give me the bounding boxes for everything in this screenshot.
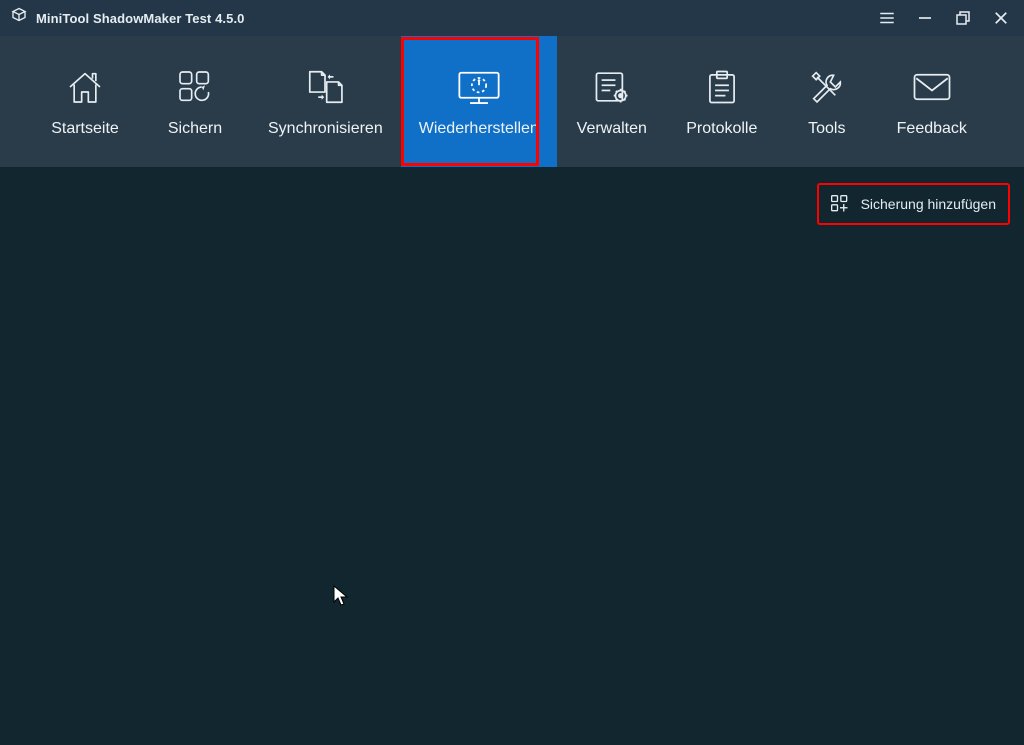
main-nav: Startseite Sichern [0, 36, 1024, 167]
titlebar-left: MiniTool ShadowMaker Test 4.5.0 [10, 7, 245, 30]
add-backup-label: Sicherung hinzufügen [861, 196, 996, 212]
nav-backup[interactable]: Sichern [140, 36, 250, 167]
logs-icon [703, 66, 741, 108]
content-area: Sicherung hinzufügen [0, 167, 1024, 745]
app-title: MiniTool ShadowMaker Test 4.5.0 [36, 11, 245, 26]
nav-label: Protokolle [686, 120, 757, 138]
nav-label: Verwalten [577, 120, 647, 138]
nav-feedback[interactable]: Feedback [877, 36, 987, 167]
window-controls [876, 7, 1018, 29]
add-backup-button[interactable]: Sicherung hinzufügen [817, 183, 1010, 225]
maximize-button[interactable] [952, 7, 974, 29]
nav-logs[interactable]: Protokolle [667, 36, 777, 167]
nav-manage[interactable]: Verwalten [557, 36, 667, 167]
menu-button[interactable] [876, 7, 898, 29]
nav-tools[interactable]: Tools [777, 36, 877, 167]
tools-icon [807, 66, 847, 108]
restore-monitor-icon [454, 66, 504, 108]
app-logo-icon [10, 7, 28, 30]
nav-label: Wiederherstellen [419, 120, 539, 138]
nav-label: Sichern [168, 120, 222, 138]
nav-home[interactable]: Startseite [30, 36, 140, 167]
titlebar: MiniTool ShadowMaker Test 4.5.0 [0, 0, 1024, 36]
envelope-icon [911, 66, 953, 108]
manage-icon [591, 66, 633, 108]
nav-label: Synchronisieren [268, 120, 383, 138]
nav-sync[interactable]: Synchronisieren [250, 36, 401, 167]
home-icon [65, 66, 105, 108]
nav-label: Feedback [897, 120, 967, 138]
grid-plus-icon [829, 193, 851, 215]
minimize-button[interactable] [914, 7, 936, 29]
sync-files-icon [303, 66, 347, 108]
nav-restore[interactable]: Wiederherstellen [401, 36, 557, 167]
cursor-icon [333, 585, 349, 612]
nav-label: Tools [808, 120, 845, 138]
close-button[interactable] [990, 7, 1012, 29]
grid-sync-icon [175, 66, 215, 108]
nav-label: Startseite [51, 120, 119, 138]
app-window: MiniTool ShadowMaker Test 4.5.0 [0, 0, 1024, 745]
